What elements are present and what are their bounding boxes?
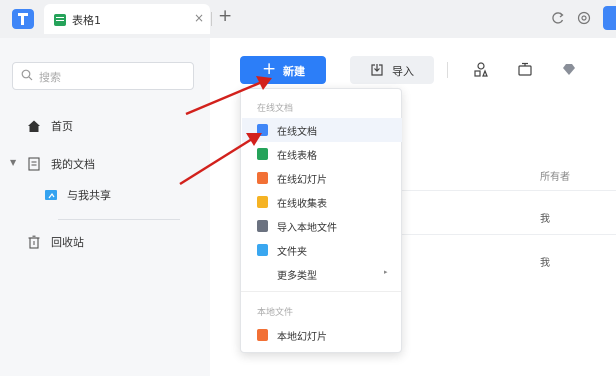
sidebar-divider [58,219,180,220]
diamond-icon[interactable] [560,61,578,79]
sidebar-item-shared-with-me[interactable]: 与我共享 [0,181,210,209]
menu-item-label: 更多类型 [277,271,317,282]
chevron-down-icon[interactable]: ▼ [10,158,16,167]
sidebar-item-my-documents[interactable]: ▼ 我的文档 [0,150,210,178]
menu-item-label: 导入本地文件 [277,223,337,234]
menu-item-import-local-file[interactable]: 导入本地文件 [242,214,402,238]
menu-item-label: 在线收集表 [277,199,327,210]
home-icon [28,120,40,132]
menu-section-local: 本地文件 [257,308,294,318]
refresh-icon[interactable] [550,10,566,26]
menu-item-online-sheet[interactable]: 在线表格 [242,142,402,166]
sidebar-item-label: 与我共享 [67,189,111,202]
menu-item-online-form[interactable]: 在线收集表 [242,190,402,214]
sidebar-item-label: 我的文档 [51,158,95,171]
new-dropdown-menu: 在线文档 在线文档 在线表格 在线幻灯片 在线收集表 导入本地文件 文件夹 更多… [240,88,402,353]
chevron-right-icon: ▸ [384,268,388,276]
sidebar-item-label: 回收站 [51,236,84,249]
owner-column-header[interactable]: 所有者 [540,168,570,183]
toolbar-divider [447,62,448,78]
tab-spreadsheet[interactable]: 表格1 × [44,4,210,34]
screen-icon[interactable] [516,61,534,79]
menu-item-more-types[interactable]: 更多类型 ▸ [242,262,402,286]
table-row-owner: 我 [540,214,550,225]
menu-item-label: 在线表格 [277,151,317,162]
spreadsheet-icon [257,148,268,160]
menu-item-folder[interactable]: 文件夹 [242,238,402,262]
table-divider [400,234,616,235]
upload-icon [257,220,268,232]
search-input[interactable]: 搜索 [12,62,194,90]
menu-item-online-slides[interactable]: 在线幻灯片 [242,166,402,190]
app-logo-icon[interactable] [12,9,34,29]
spreadsheet-icon [54,14,66,26]
new-button-label: 新建 [283,65,305,78]
shapes-icon[interactable] [472,61,490,79]
menu-item-label: 在线文档 [277,127,317,138]
menu-divider [241,291,401,292]
plus-icon: + [262,59,277,79]
tab-divider [211,12,212,26]
search-placeholder: 搜索 [39,71,61,84]
document-icon [28,157,40,171]
menu-item-label: 在线幻灯片 [277,175,327,186]
tab-title: 表格1 [72,14,101,27]
table-divider [400,190,616,191]
slides-icon [257,329,268,341]
folder-icon [257,244,268,256]
tab-bar: 表格1 × + [0,0,616,38]
sidebar-item-trash[interactable]: 回收站 [0,228,210,256]
menu-item-online-document[interactable]: 在线文档 [242,118,402,142]
add-tab-icon[interactable]: + [218,6,232,26]
settings-icon[interactable] [576,10,592,26]
form-icon [257,196,268,208]
close-icon[interactable]: × [194,11,204,25]
slides-icon [257,172,268,184]
sidebar-item-home[interactable]: 首页 [0,112,210,140]
menu-item-label: 文件夹 [277,247,307,258]
document-icon [257,124,268,136]
table-row-owner: 我 [540,258,550,269]
menu-section-online: 在线文档 [257,104,294,114]
app-window: 表格1 × + 搜索 首页 ▼ 我的文档 与我共享 回收站 + 新建 导入 所有… [0,0,616,376]
import-button-label: 导入 [392,65,414,78]
import-button[interactable]: 导入 [350,56,434,84]
search-icon [21,69,33,81]
new-button[interactable]: + 新建 [240,56,326,84]
sidebar-item-label: 首页 [51,120,73,133]
sidebar: 搜索 首页 ▼ 我的文档 与我共享 回收站 [0,38,210,376]
shared-folder-icon [45,190,57,200]
trash-icon [28,235,40,249]
import-icon [371,64,383,76]
menu-item-local-slides[interactable]: 本地幻灯片 [242,323,402,347]
window-action-button[interactable] [603,6,616,30]
menu-item-label: 本地幻灯片 [277,332,327,343]
